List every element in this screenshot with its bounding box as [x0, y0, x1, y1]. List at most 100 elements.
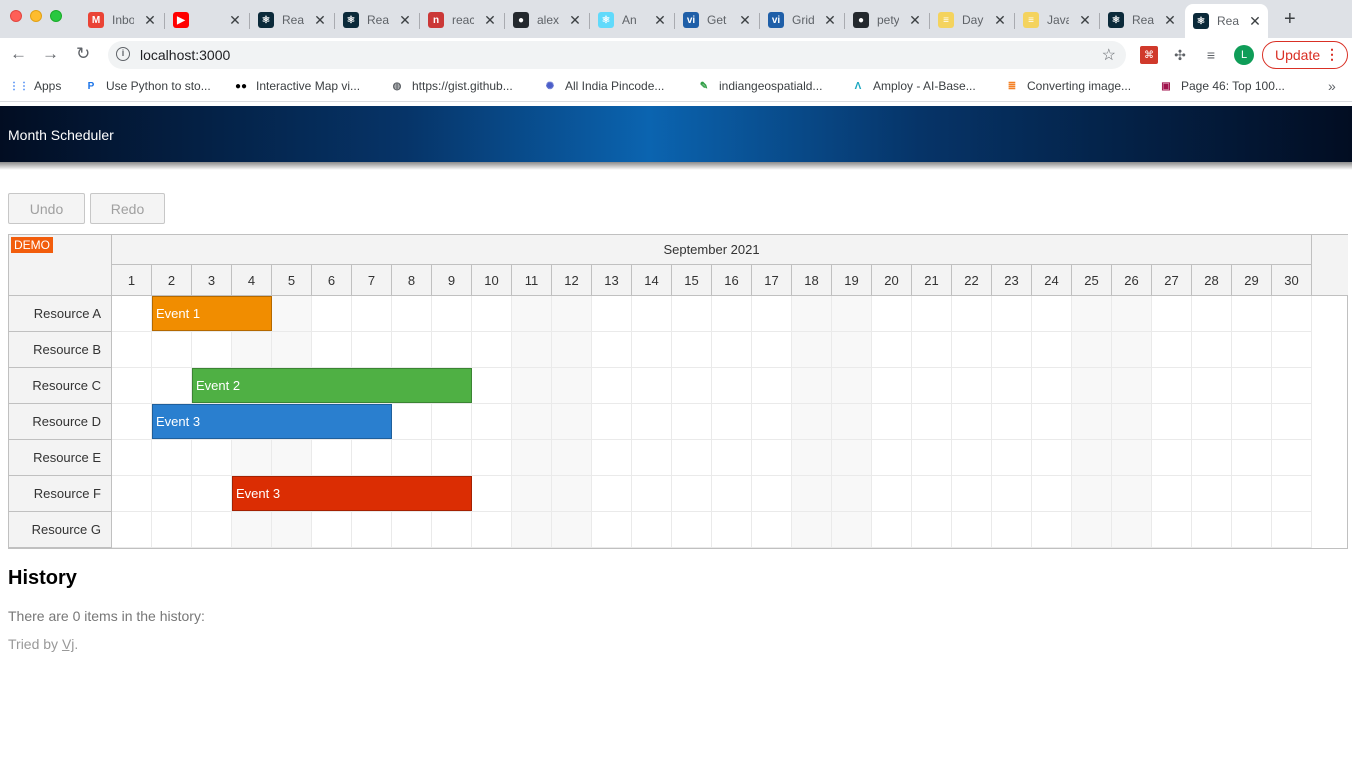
- grid-cell[interactable]: [592, 404, 632, 439]
- more-bookmarks-icon[interactable]: »: [1328, 78, 1336, 94]
- close-window-button[interactable]: [10, 10, 22, 22]
- grid-cell[interactable]: [1232, 476, 1272, 511]
- grid-cell[interactable]: [792, 440, 832, 475]
- grid-cell[interactable]: [152, 512, 192, 547]
- grid-cell[interactable]: [112, 440, 152, 475]
- site-info-icon[interactable]: i: [116, 47, 130, 61]
- grid-cell[interactable]: [272, 296, 312, 331]
- browser-tab[interactable]: ⚛ Rea ✕: [1100, 6, 1183, 34]
- address-bar[interactable]: i localhost:3000 ☆: [108, 41, 1126, 69]
- grid-cell[interactable]: [752, 296, 792, 331]
- grid-cell[interactable]: [1272, 296, 1312, 331]
- grid-cell[interactable]: [312, 332, 352, 367]
- grid-cell[interactable]: [512, 368, 552, 403]
- grid-cell[interactable]: [712, 332, 752, 367]
- grid-cell[interactable]: [1152, 296, 1192, 331]
- grid-cell[interactable]: [992, 332, 1032, 367]
- grid-cell[interactable]: [512, 296, 552, 331]
- grid-cell[interactable]: [1072, 332, 1112, 367]
- grid-cell[interactable]: [992, 404, 1032, 439]
- grid-cell[interactable]: [432, 512, 472, 547]
- grid-cell[interactable]: [632, 476, 672, 511]
- bookmark-item[interactable]: ◍ https://gist.github...: [390, 79, 513, 93]
- grid-cell[interactable]: [1192, 296, 1232, 331]
- grid-cell[interactable]: [352, 332, 392, 367]
- grid-cell[interactable]: [992, 296, 1032, 331]
- grid-cell[interactable]: [1192, 404, 1232, 439]
- grid-cell[interactable]: [752, 368, 792, 403]
- grid-cell[interactable]: [512, 440, 552, 475]
- grid-cell[interactable]: [952, 440, 992, 475]
- grid-cell[interactable]: [672, 476, 712, 511]
- grid-cell[interactable]: [992, 476, 1032, 511]
- browser-tab[interactable]: vi Grid ✕: [760, 6, 843, 34]
- browser-tab[interactable]: ⚛ Rea ✕: [1185, 4, 1268, 38]
- close-tab-icon[interactable]: ✕: [653, 12, 667, 29]
- grid-cell[interactable]: [512, 404, 552, 439]
- grid-cell[interactable]: [752, 476, 792, 511]
- grid-cell[interactable]: [472, 368, 512, 403]
- forward-arrow-icon[interactable]: →: [42, 44, 59, 64]
- bookmark-item[interactable]: ▣ Page 46: Top 100...: [1159, 79, 1285, 93]
- grid-cell[interactable]: [992, 440, 1032, 475]
- back-arrow-icon[interactable]: ←: [10, 44, 27, 64]
- grid-cell[interactable]: [872, 296, 912, 331]
- bookmark-item[interactable]: Λ Amploy - AI-Base...: [851, 79, 976, 93]
- grid-cell[interactable]: [912, 512, 952, 547]
- grid-cell[interactable]: [1072, 404, 1112, 439]
- grid-cell[interactable]: [1112, 368, 1152, 403]
- grid-cell[interactable]: [392, 512, 432, 547]
- grid-cell[interactable]: [1152, 440, 1192, 475]
- minimize-window-button[interactable]: [30, 10, 42, 22]
- grid-cell[interactable]: [792, 368, 832, 403]
- grid-cell[interactable]: [712, 404, 752, 439]
- grid-cell[interactable]: [1152, 404, 1192, 439]
- browser-tab[interactable]: vi Get ✕: [675, 6, 758, 34]
- grid-cell[interactable]: [992, 368, 1032, 403]
- grid-cell[interactable]: [872, 476, 912, 511]
- grid-cell[interactable]: [112, 296, 152, 331]
- grid-cell[interactable]: [1112, 332, 1152, 367]
- grid-cell[interactable]: [1192, 476, 1232, 511]
- grid-cell[interactable]: [912, 332, 952, 367]
- grid-cell[interactable]: [1112, 476, 1152, 511]
- grid-cell[interactable]: [712, 512, 752, 547]
- bookmark-item[interactable]: ●● Interactive Map vi...: [234, 79, 360, 93]
- grid-cell[interactable]: [712, 296, 752, 331]
- grid-cell[interactable]: [752, 512, 792, 547]
- grid-cell[interactable]: [1112, 440, 1152, 475]
- grid-cell[interactable]: [432, 404, 472, 439]
- grid-cell[interactable]: [432, 440, 472, 475]
- grid-cell[interactable]: [1152, 332, 1192, 367]
- grid-cell[interactable]: [352, 512, 392, 547]
- grid-cell[interactable]: [832, 476, 872, 511]
- grid-cell[interactable]: [272, 440, 312, 475]
- grid-cell[interactable]: [312, 440, 352, 475]
- grid-cell[interactable]: [872, 512, 912, 547]
- grid-cell[interactable]: [592, 368, 632, 403]
- grid-cell[interactable]: [752, 404, 792, 439]
- grid-cell[interactable]: [632, 296, 672, 331]
- grid-cell[interactable]: [872, 332, 912, 367]
- grid-cell[interactable]: [1272, 404, 1312, 439]
- browser-tab[interactable]: ⚛ React ✕: [335, 6, 418, 34]
- grid-cell[interactable]: [1272, 440, 1312, 475]
- grid-cell[interactable]: [312, 512, 352, 547]
- close-tab-icon[interactable]: ✕: [143, 12, 157, 29]
- close-tab-icon[interactable]: ✕: [313, 12, 327, 29]
- grid-cell[interactable]: [632, 332, 672, 367]
- grid-cell[interactable]: [952, 404, 992, 439]
- bookmark-item[interactable]: ✎ indiangeospatiald...: [697, 79, 823, 93]
- grid-cell[interactable]: [112, 332, 152, 367]
- grid-cell[interactable]: [832, 512, 872, 547]
- grid-cell[interactable]: [1232, 368, 1272, 403]
- browser-tab[interactable]: ⚛ React ✕: [250, 6, 333, 34]
- event-bar[interactable]: Event 3: [152, 404, 392, 439]
- grid-cell[interactable]: [472, 440, 512, 475]
- grid-cell[interactable]: [1032, 440, 1072, 475]
- bookmark-item[interactable]: ⋮⋮ Apps: [9, 79, 61, 93]
- grid-cell[interactable]: [1232, 332, 1272, 367]
- grid-cell[interactable]: [872, 404, 912, 439]
- close-tab-icon[interactable]: ✕: [483, 12, 497, 29]
- undo-button[interactable]: Undo: [8, 193, 85, 224]
